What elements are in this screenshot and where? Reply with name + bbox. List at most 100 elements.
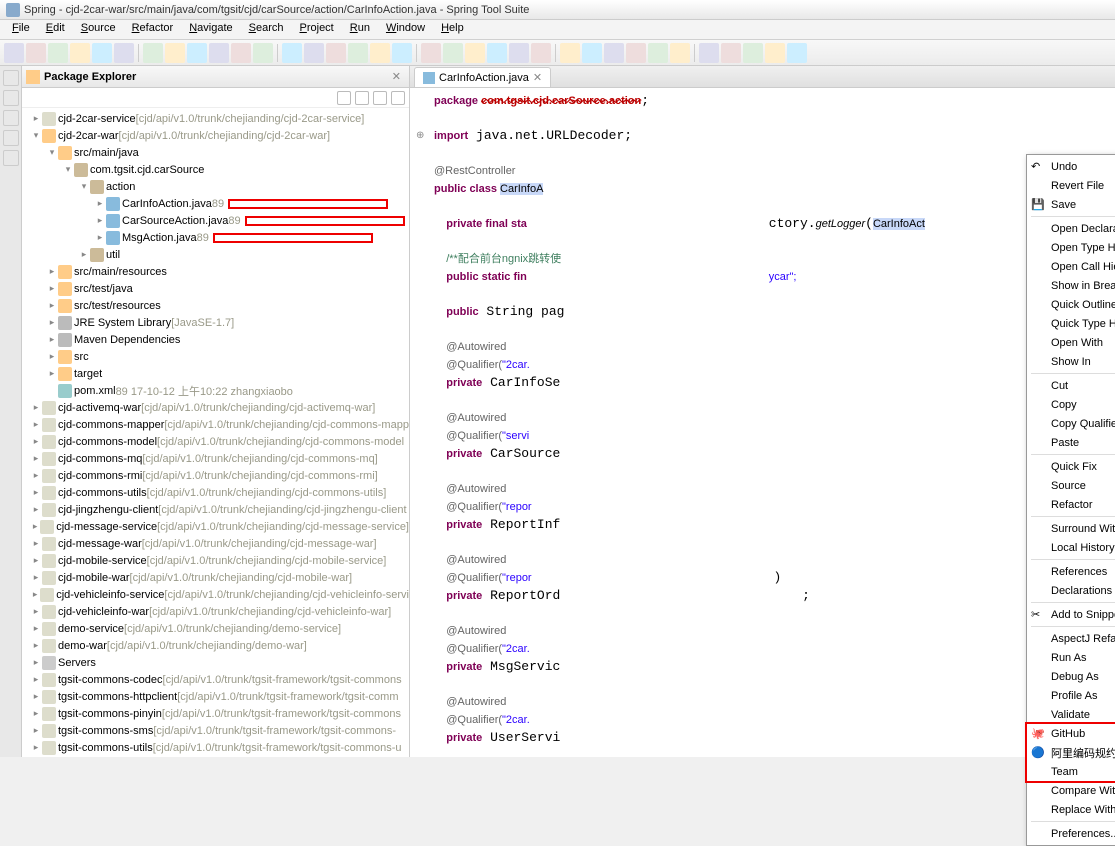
tree-node[interactable]: ▸cjd-commons-model [cjd/api/v1.0/trunk/c…: [22, 433, 409, 450]
tree-node[interactable]: ▸cjd-jingzhengu-client [cjd/api/v1.0/tru…: [22, 501, 409, 518]
menu-item[interactable]: Open With: [1027, 333, 1115, 352]
expand-twisty-icon[interactable]: ▸: [30, 402, 42, 413]
tree-node[interactable]: ▾cjd-2car-war [cjd/api/v1.0/trunk/chejia…: [22, 127, 409, 144]
menu-item[interactable]: Compare With: [1027, 781, 1115, 800]
collapsed-view-icon[interactable]: [3, 110, 19, 126]
toolbar-button[interactable]: [209, 43, 229, 63]
tree-node[interactable]: ▸src/test/resources: [22, 297, 409, 314]
tree-node[interactable]: ▸tgsit-commons-pinyin [cjd/api/v1.0/trun…: [22, 705, 409, 722]
toolbar-button[interactable]: [443, 43, 463, 63]
close-view-icon[interactable]: ✕: [388, 70, 405, 83]
expand-twisty-icon[interactable]: ▸: [46, 266, 58, 277]
expand-twisty-icon[interactable]: ▸: [46, 283, 58, 294]
tree-node[interactable]: ▸cjd-message-service [cjd/api/v1.0/trunk…: [22, 518, 409, 535]
tree-node[interactable]: ▸src/main/resources: [22, 263, 409, 280]
tree-node[interactable]: pom.xml 89 17-10-12 上午10:22 zhangxiaobo: [22, 382, 409, 399]
tree-node[interactable]: ▸src/test/java: [22, 280, 409, 297]
expand-twisty-icon[interactable]: ▸: [94, 198, 106, 209]
expand-twisty-icon[interactable]: ▸: [30, 419, 42, 430]
menu-item[interactable]: Debug As: [1027, 667, 1115, 686]
toolbar-button[interactable]: [604, 43, 624, 63]
menu-item[interactable]: CutCtrl+X: [1027, 376, 1115, 395]
menu-item[interactable]: Show in BreadcrumbAlt+Shift+B: [1027, 276, 1115, 295]
tree-node[interactable]: ▸cjd-message-war [cjd/api/v1.0/trunk/che…: [22, 535, 409, 552]
toolbar-button[interactable]: [743, 43, 763, 63]
tree-node[interactable]: ▸cjd-mobile-war [cjd/api/v1.0/trunk/chej…: [22, 569, 409, 586]
expand-twisty-icon[interactable]: ▸: [30, 470, 42, 481]
toolbar-button[interactable]: [143, 43, 163, 63]
toolbar-button[interactable]: [304, 43, 324, 63]
toolbar-button[interactable]: [648, 43, 668, 63]
menu-item[interactable]: Run As: [1027, 648, 1115, 667]
tree-node[interactable]: ▸demo-service [cjd/api/v1.0/trunk/chejia…: [22, 620, 409, 637]
tree-node[interactable]: ▸cjd-commons-mapper [cjd/api/v1.0/trunk/…: [22, 416, 409, 433]
toolbar-button[interactable]: [253, 43, 273, 63]
menu-item[interactable]: Quick OutlineCtrl+O: [1027, 295, 1115, 314]
toolbar-button[interactable]: [487, 43, 507, 63]
expand-twisty-icon[interactable]: ▾: [62, 164, 74, 175]
tree-node[interactable]: ▸src: [22, 348, 409, 365]
collapsed-view-icon[interactable]: [3, 150, 19, 166]
close-tab-icon[interactable]: ✕: [533, 71, 542, 84]
menu-item[interactable]: Surround WithAlt+Shift+Z: [1027, 519, 1115, 538]
expand-twisty-icon[interactable]: ▸: [30, 640, 42, 651]
expand-twisty-icon[interactable]: ▾: [46, 147, 58, 158]
menu-item[interactable]: CopyCtrl+C: [1027, 395, 1115, 414]
menu-item[interactable]: ✂Add to Snippets...: [1027, 605, 1115, 624]
tree-node[interactable]: ▸util: [22, 246, 409, 263]
tree-node[interactable]: ▸cjd-vehicleinfo-war [cjd/api/v1.0/trunk…: [22, 603, 409, 620]
menu-item[interactable]: 💾SaveCtrl+S: [1027, 195, 1115, 214]
menu-item[interactable]: 🐙GitHub: [1027, 724, 1115, 743]
tree-node[interactable]: ▸JRE System Library [JavaSE-1.7]: [22, 314, 409, 331]
menu-item[interactable]: AspectJ Refactoring: [1027, 629, 1115, 648]
tree-node[interactable]: ▸cjd-commons-rmi [cjd/api/v1.0/trunk/che…: [22, 467, 409, 484]
tree-node[interactable]: ▸tgsit-commons-httpclient [cjd/api/v1.0/…: [22, 688, 409, 705]
collapsed-view-icon[interactable]: [3, 130, 19, 146]
expand-twisty-icon[interactable]: ▸: [30, 708, 42, 719]
expand-twisty-icon[interactable]: ▸: [46, 351, 58, 362]
expand-twisty-icon[interactable]: ▸: [46, 317, 58, 328]
expand-twisty-icon[interactable]: ▸: [30, 504, 42, 515]
expand-twisty-icon[interactable]: ▸: [46, 334, 58, 345]
expand-twisty-icon[interactable]: ▾: [78, 181, 90, 192]
menu-item[interactable]: Revert File: [1027, 176, 1115, 195]
toolbar-button[interactable]: [531, 43, 551, 63]
expand-twisty-icon[interactable]: ▸: [30, 742, 42, 753]
tree-node[interactable]: ▸cjd-mobile-service [cjd/api/v1.0/trunk/…: [22, 552, 409, 569]
tree-node[interactable]: ▸MsgAction.java 89: [22, 229, 409, 246]
expand-twisty-icon[interactable]: ▾: [30, 130, 42, 141]
expand-twisty-icon[interactable]: ▸: [30, 691, 42, 702]
menu-file[interactable]: File: [4, 20, 38, 39]
menu-item[interactable]: ↶UndoCtrl+Z: [1027, 157, 1115, 176]
menu-item[interactable]: Open Call HierarchyCtrl+Alt+H: [1027, 257, 1115, 276]
toolbar-button[interactable]: [765, 43, 785, 63]
menu-item[interactable]: RefactorAlt+Shift+T: [1027, 495, 1115, 514]
expand-twisty-icon[interactable]: ▸: [46, 368, 58, 379]
collapse-all-icon[interactable]: [337, 91, 351, 105]
tree-node[interactable]: ▸Servers: [22, 654, 409, 671]
expand-twisty-icon[interactable]: ▸: [30, 589, 40, 600]
tree-node[interactable]: ▸cjd-commons-utils [cjd/api/v1.0/trunk/c…: [22, 484, 409, 501]
menu-item[interactable]: Quick FixCtrl+1: [1027, 457, 1115, 476]
toolbar-button[interactable]: [699, 43, 719, 63]
menu-item[interactable]: Open Type HierarchyF4: [1027, 238, 1115, 257]
menu-search[interactable]: Search: [241, 20, 292, 39]
link-editor-icon[interactable]: [355, 91, 369, 105]
toolbar-button[interactable]: [421, 43, 441, 63]
code-editor[interactable]: package com.tgsit.cjd.carSource.action; …: [410, 88, 1115, 757]
expand-twisty-icon[interactable]: ▸: [30, 674, 42, 685]
toolbar-button[interactable]: [165, 43, 185, 63]
expand-twisty-icon[interactable]: ▸: [30, 555, 42, 566]
toolbar-button[interactable]: [282, 43, 302, 63]
tree-node[interactable]: ▸CarInfoAction.java 89: [22, 195, 409, 212]
tree-node[interactable]: ▸target: [22, 365, 409, 382]
menu-navigate[interactable]: Navigate: [181, 20, 240, 39]
tree-node[interactable]: ▸cjd-vehicleinfo-service [cjd/api/v1.0/t…: [22, 586, 409, 603]
toolbar-button[interactable]: [370, 43, 390, 63]
tree-node[interactable]: ▸demo-war [cjd/api/v1.0/trunk/chejiandin…: [22, 637, 409, 654]
toolbar-button[interactable]: [787, 43, 807, 63]
toolbar-button[interactable]: [721, 43, 741, 63]
toolbar-button[interactable]: [465, 43, 485, 63]
expand-twisty-icon[interactable]: ▸: [30, 657, 42, 668]
toolbar-button[interactable]: [114, 43, 134, 63]
